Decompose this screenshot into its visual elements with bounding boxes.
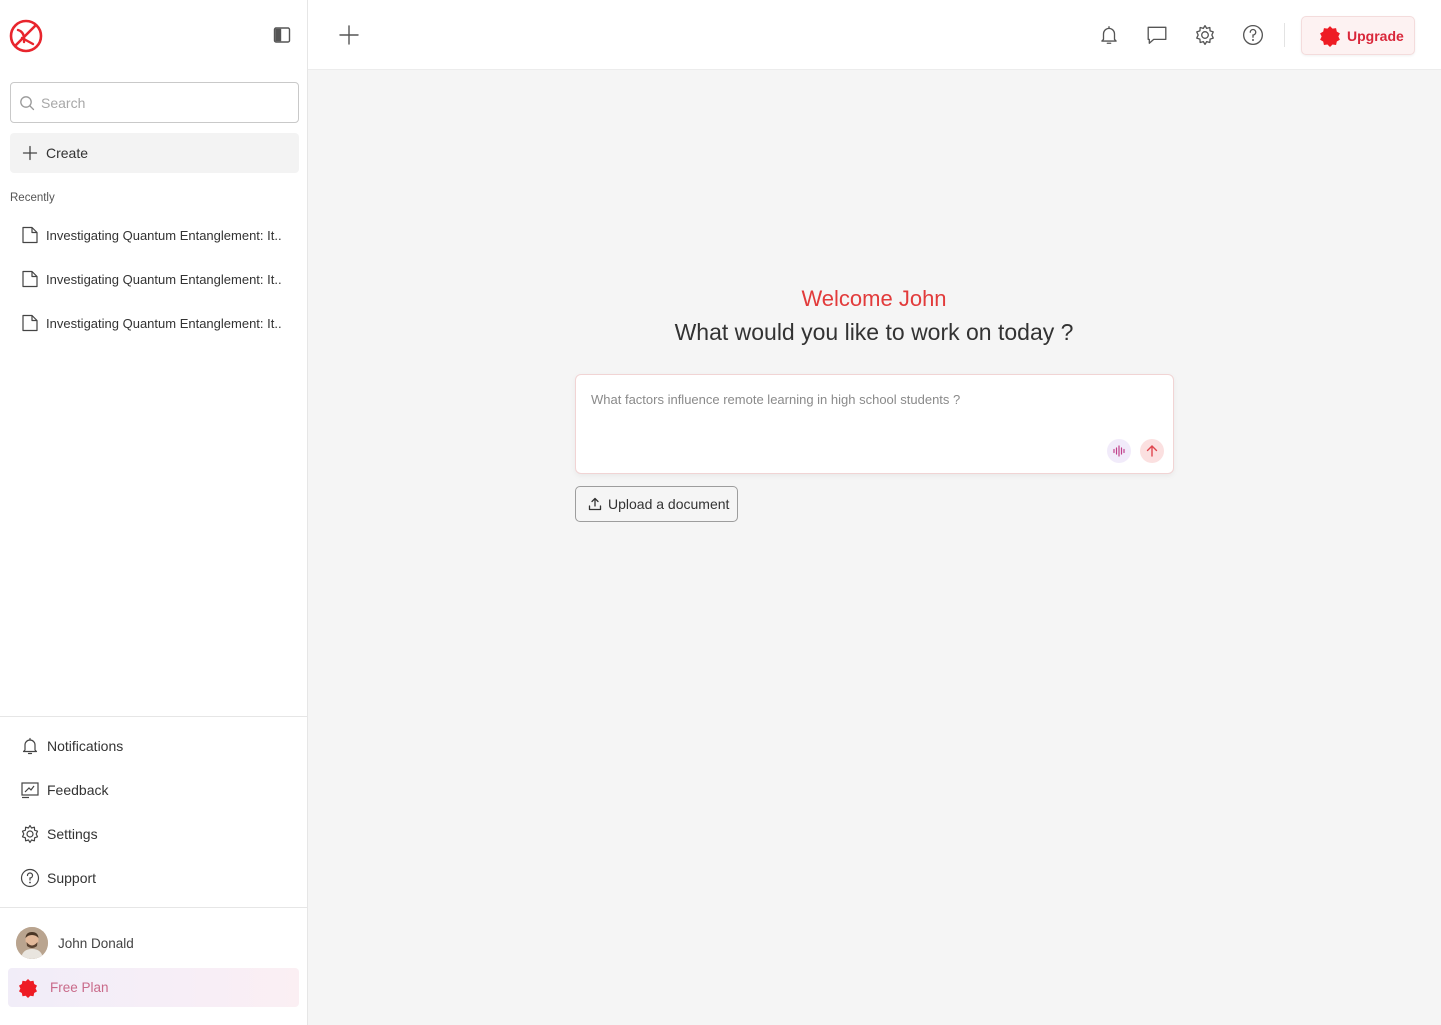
sidebar: Create Recently Investigating Quantum En… <box>0 0 308 1025</box>
feedback-icon <box>21 782 39 799</box>
send-button[interactable] <box>1140 439 1164 463</box>
help-button[interactable] <box>1242 24 1264 46</box>
bell-icon <box>1101 26 1117 44</box>
gear-icon <box>21 824 39 844</box>
prompt-input[interactable] <box>591 392 1151 442</box>
plan-badge-icon <box>19 978 37 998</box>
recently-heading: Recently <box>10 192 55 204</box>
messages-button[interactable] <box>1146 24 1168 46</box>
upgrade-button[interactable]: Upgrade <box>1301 16 1415 55</box>
chat-icon <box>1147 26 1167 44</box>
upgrade-label: Upgrade <box>1347 27 1404 44</box>
recent-item[interactable]: Investigating Quantum Entanglement: It.. <box>10 257 300 301</box>
recent-item-label: Investigating Quantum Entanglement: It.. <box>46 227 282 243</box>
nav-label: Settings <box>47 826 98 842</box>
document-icon <box>22 226 38 244</box>
help-icon <box>1242 24 1264 46</box>
document-icon <box>22 314 38 332</box>
user-name: John Donald <box>58 935 134 951</box>
search-input[interactable] <box>41 94 281 111</box>
voice-input-button[interactable] <box>1107 439 1131 463</box>
sidebar-item-notifications[interactable]: Notifications <box>10 724 300 768</box>
new-button[interactable] <box>338 24 360 46</box>
prompt-box <box>575 374 1174 474</box>
document-icon <box>22 270 38 288</box>
notifications-button[interactable] <box>1098 24 1120 46</box>
app-logo-icon[interactable] <box>8 18 44 54</box>
user-profile[interactable]: John Donald <box>16 927 134 959</box>
plan-label: Free Plan <box>50 980 109 995</box>
recent-item-label: Investigating Quantum Entanglement: It.. <box>46 271 282 287</box>
recent-item[interactable]: Investigating Quantum Entanglement: It.. <box>10 301 300 345</box>
arrow-up-icon <box>1146 445 1158 457</box>
welcome-heading: Welcome John <box>801 286 947 311</box>
create-label: Create <box>46 145 89 161</box>
sidebar-divider <box>0 716 307 717</box>
settings-button[interactable] <box>1194 24 1216 46</box>
nav-label: Notifications <box>47 738 124 754</box>
page-title: What would you like to work on today ? <box>674 319 1074 345</box>
free-plan-button[interactable]: Free Plan <box>8 968 299 1007</box>
sidebar-toggle-icon[interactable] <box>272 25 292 45</box>
recent-item-label: Investigating Quantum Entanglement: It.. <box>46 315 282 331</box>
avatar <box>16 927 48 959</box>
toolbar-divider <box>1284 23 1285 47</box>
plan-badge-icon <box>1320 25 1340 47</box>
recent-item[interactable]: Investigating Quantum Entanglement: It.. <box>10 213 300 257</box>
search-box[interactable] <box>10 82 299 123</box>
plus-icon <box>339 25 359 45</box>
plus-icon <box>22 145 38 161</box>
sidebar-item-settings[interactable]: Settings <box>10 812 300 856</box>
nav-label: Support <box>47 870 97 886</box>
sidebar-divider <box>0 907 307 908</box>
sidebar-item-support[interactable]: Support <box>10 856 300 900</box>
sidebar-bottom-nav: Notifications Feedback Settings Support <box>10 724 300 900</box>
create-button[interactable]: Create <box>10 133 299 173</box>
recent-list: Investigating Quantum Entanglement: It..… <box>10 213 300 345</box>
sidebar-item-feedback[interactable]: Feedback <box>10 768 300 812</box>
nav-label: Feedback <box>47 782 109 798</box>
upload-label: Upload a document <box>608 496 730 512</box>
search-icon <box>20 95 35 110</box>
gear-icon <box>1196 24 1214 46</box>
bell-icon <box>22 737 38 755</box>
top-bar: Upgrade <box>308 0 1441 70</box>
waveform-icon <box>1113 445 1125 457</box>
help-icon <box>20 868 40 888</box>
upload-icon <box>588 497 602 511</box>
upload-document-button[interactable]: Upload a document <box>575 486 738 522</box>
